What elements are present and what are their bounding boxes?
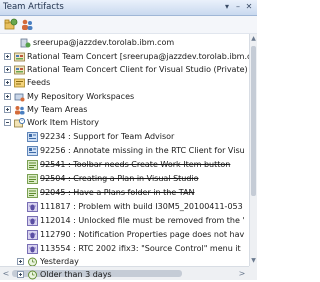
project-label: Rational Team Concert [sreerupa@jazzdev.… — [27, 52, 249, 61]
enhancement-icon — [27, 146, 38, 156]
work-item-label: 113554 : RTC 2002 ifix3: "Source Control… — [40, 244, 241, 253]
work-item-label: 111817 : Problem with build I30M5_201004… — [40, 202, 243, 211]
yesterday-label: Yesterday — [40, 257, 79, 266]
team-areas-label: My Team Areas — [27, 105, 88, 114]
workspace-icon — [14, 93, 25, 102]
account-label: sreerupa@jazzdev.torolab.ibm.com — [33, 38, 175, 47]
view-menu-button[interactable]: ▾ — [222, 2, 232, 11]
history-icon — [14, 118, 25, 128]
work-item-label: 92541 : Toolbar needs Create Work Item b… — [40, 160, 231, 169]
expand-toggle[interactable] — [4, 53, 11, 60]
project-label: Rational Team Concert Client for Visual … — [27, 65, 248, 74]
defect-icon — [27, 230, 38, 240]
work-item-label: 112014 : Unlocked file must be removed f… — [40, 216, 245, 225]
minimize-button[interactable]: – — [233, 2, 243, 11]
expand-toggle[interactable] — [4, 79, 11, 86]
scroll-up-arrow-icon[interactable]: ▲ — [250, 35, 257, 43]
team-area-icon — [15, 106, 25, 115]
expand-toggle[interactable] — [4, 106, 11, 113]
view-title-bar: Team Artifacts ▾ – ✕ — [0, 0, 257, 16]
repository-connection-icon — [20, 38, 31, 48]
connect-icon[interactable] — [4, 18, 18, 31]
workspaces-label: My Repository Workspaces — [27, 92, 135, 101]
defect-icon — [27, 216, 38, 226]
date-group-icon — [28, 257, 37, 266]
team-artifacts-tree: sreerupa@jazzdev.torolab.ibm.com Rationa… — [0, 34, 249, 266]
feeds-icon — [14, 78, 25, 88]
work-item-label: 92234 : Support for Team Advisor — [40, 132, 175, 141]
task-icon — [27, 160, 38, 170]
vertical-scrollbar[interactable]: ▲ ▼ — [249, 34, 257, 266]
close-button[interactable]: ✕ — [244, 2, 254, 11]
expand-toggle[interactable] — [4, 93, 11, 100]
expand-toggle[interactable] — [4, 66, 11, 73]
task-icon — [27, 174, 38, 184]
expand-toggle[interactable] — [17, 258, 24, 265]
task-icon — [27, 188, 38, 198]
work-item-history-label: Work Item History — [27, 118, 100, 127]
scroll-left-arrow-icon[interactable]: < — [1, 269, 11, 279]
project-area-icon — [14, 65, 25, 75]
vertical-scroll-thumb[interactable] — [251, 46, 256, 196]
work-item-label: 92045 : Have a Plans folder in the TAN — [40, 188, 195, 197]
date-group-icon — [28, 270, 37, 280]
scroll-down-arrow-icon[interactable]: ▼ — [250, 257, 257, 265]
collapse-toggle[interactable] — [4, 119, 11, 126]
team-icon[interactable] — [20, 18, 34, 31]
expand-toggle[interactable] — [17, 271, 24, 278]
work-item-label: 112790 : Notification Properties page do… — [40, 230, 245, 239]
scrollbar-corner — [249, 266, 257, 280]
view-title: Team Artifacts — [3, 2, 64, 12]
scroll-right-arrow-icon[interactable]: > — [237, 269, 247, 279]
view-toolbar — [0, 16, 257, 34]
enhancement-icon — [27, 132, 38, 142]
project-area-icon — [14, 52, 25, 62]
feeds-label: Feeds — [27, 78, 51, 87]
work-item-label: 92256 : Annotate missing in the RTC Clie… — [40, 146, 245, 155]
defect-icon — [27, 244, 38, 254]
work-item-label: 92504 : Creating a Plan in Visual Studio — [40, 174, 199, 183]
defect-icon — [27, 202, 38, 212]
